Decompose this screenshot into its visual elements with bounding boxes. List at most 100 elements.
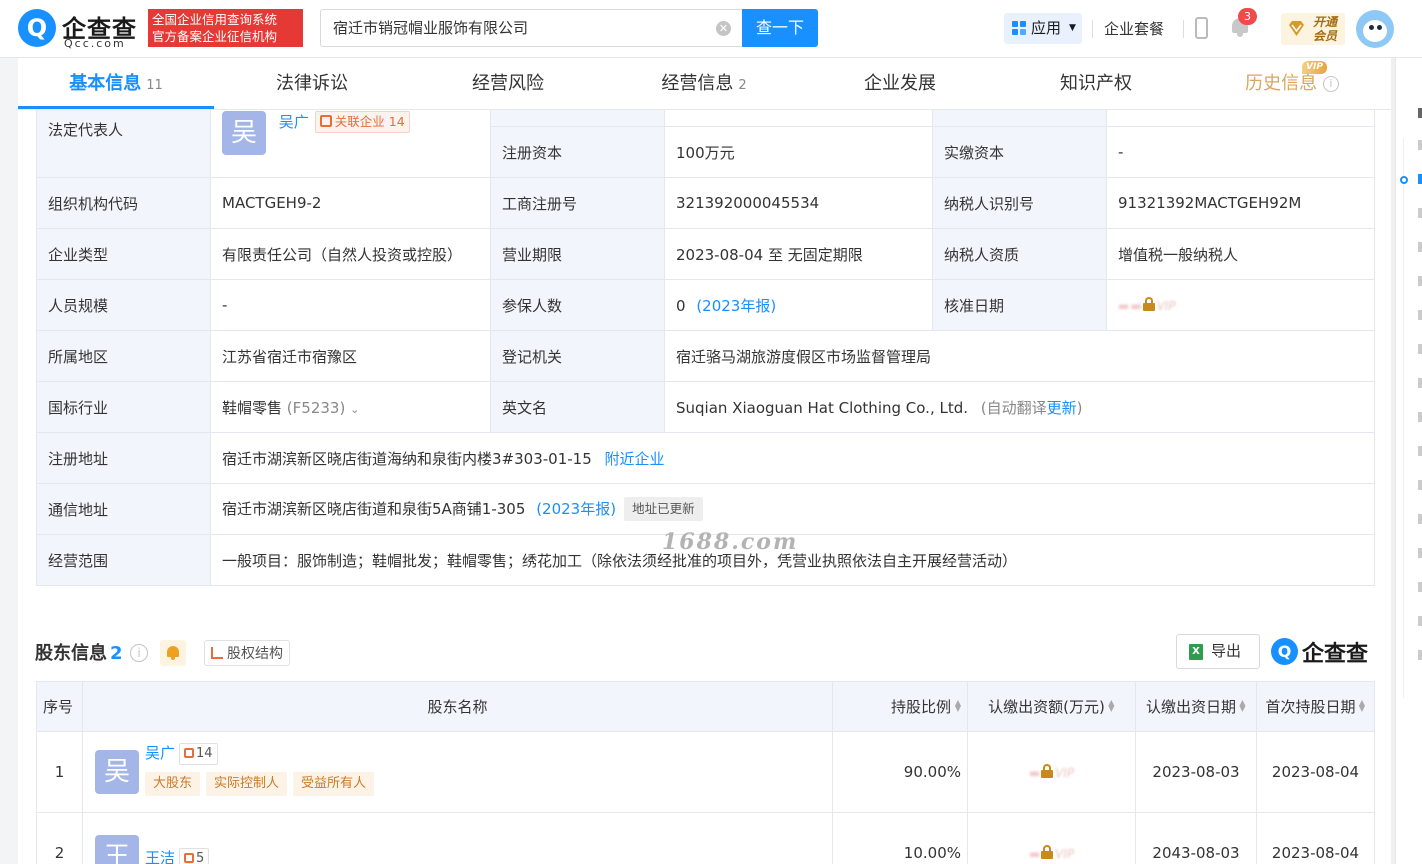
sort-icon: ▲ ▼ [1239, 698, 1246, 713]
info-icon[interactable]: i [1322, 76, 1339, 92]
equity-structure-button[interactable]: 股权结构 [204, 640, 290, 666]
insured-value: 0 [676, 296, 686, 315]
taxpayer-id-label: 纳税人识别号 [932, 177, 1107, 229]
export-button[interactable]: X 导出 [1176, 634, 1260, 669]
clear-icon[interactable]: ✕ [716, 21, 731, 36]
anchor-item[interactable] [1418, 174, 1422, 184]
shareholder-ratio: 10.00% [832, 812, 968, 864]
legal-rep-label: 法定代表人 [36, 110, 211, 178]
open-vip-button[interactable]: 开通 会员 [1281, 13, 1345, 45]
translate-update-link[interactable]: 更新 [1047, 399, 1077, 417]
insured-report-link[interactable]: (2023年报) [696, 297, 776, 315]
tab-development[interactable]: 企业发展 [802, 58, 998, 110]
company-type-value: 有限责任公司（自然人投资或控股） [210, 228, 491, 280]
related-companies-badge[interactable]: 14 [179, 743, 218, 765]
vip-tag: VIP [1302, 61, 1327, 74]
shareholders-count: 2 [110, 643, 123, 664]
amount-locked[interactable]: ▬ VIP [967, 731, 1136, 813]
side-anchor-nav [1395, 58, 1422, 864]
divider [1092, 20, 1093, 38]
term-value: 2023-08-04 至 无固定期限 [664, 228, 933, 280]
apps-menu-button[interactable]: 应用 ▼ [1004, 13, 1082, 44]
lock-icon [1142, 297, 1155, 311]
amount-locked[interactable]: ▬ VIP [967, 812, 1136, 864]
anchor-item[interactable] [1418, 412, 1422, 422]
biz-reg-value: 321392000045534 [664, 177, 933, 229]
shareholder-cell: 王 王洁 5 [82, 812, 833, 864]
anchor-item[interactable] [1418, 514, 1422, 524]
info-icon[interactable]: i [130, 644, 148, 662]
tab-legal[interactable]: 法律诉讼 [214, 58, 410, 110]
related-companies-badge[interactable]: 关联企业 14 [314, 111, 410, 133]
anchor-item[interactable] [1418, 140, 1422, 150]
shareholder-name[interactable]: 王洁 [145, 849, 175, 864]
monitor-bell-button[interactable] [160, 640, 186, 666]
role-tag: 大股东 [145, 772, 201, 796]
user-avatar[interactable] [1356, 10, 1394, 48]
badge-line-1: 全国企业信用查询系统 [152, 12, 278, 27]
approval-date-locked[interactable]: ▬▬ VIP [1106, 279, 1375, 331]
tab-risk[interactable]: 经营风险 [410, 58, 606, 110]
search-input[interactable]: 宿迁市销冠帽业服饰有限公司 [320, 9, 742, 47]
table-header-row: 序号 股东名称 持股比例 ▲ ▼ 认缴出资额(万元) ▲ ▼ 认缴出资日期 ▲ ▼ 首次持股… [36, 681, 1375, 732]
tab-ip[interactable]: 知识产权 [998, 58, 1194, 110]
chevron-down-icon[interactable]: ⌄ [350, 403, 359, 416]
shareholder-avatar[interactable]: 王 [95, 835, 139, 864]
legal-rep-name[interactable]: 吴广 [279, 113, 309, 131]
main-content: 法定代表人 吴 吴广 关联企业 14 注册资本 100万元 实缴资本 - 组织机构… [18, 110, 1391, 864]
anchor-item[interactable] [1418, 480, 1422, 490]
sort-icon: ▲ ▼ [954, 698, 961, 713]
shareholder-ratio: 90.00% [832, 731, 968, 813]
anchor-item[interactable] [1418, 582, 1422, 592]
anchor-item[interactable] [1418, 344, 1422, 354]
col-index: 序号 [36, 681, 83, 732]
anchor-item[interactable] [1418, 276, 1422, 286]
sub-date: 2043-08-03 [1135, 812, 1257, 864]
related-companies-badge[interactable]: 5 [179, 848, 210, 864]
logo-q-icon: Q [1271, 638, 1298, 665]
col-first-date[interactable]: 首次持股日期 ▲ ▼ [1256, 681, 1375, 732]
english-name-label: 英文名 [490, 381, 665, 433]
tab-history[interactable]: 历史信息 i [1194, 58, 1390, 110]
anchor-item[interactable] [1418, 108, 1422, 118]
industry-cell[interactable]: 鞋帽零售 (F5233) ⌄ [210, 381, 491, 433]
col-ratio[interactable]: 持股比例 ▲ ▼ [832, 681, 968, 732]
qcc-logo[interactable]: Q 企查查 Qcc.com [18, 9, 144, 50]
anchor-item[interactable] [1418, 208, 1422, 218]
shareholder-name[interactable]: 吴广 [145, 744, 175, 762]
shareholder-avatar[interactable]: 吴 [95, 750, 139, 794]
mobile-icon[interactable] [1195, 17, 1208, 39]
anchor-item[interactable] [1418, 650, 1422, 660]
sort-icon: ▲ ▼ [1108, 698, 1115, 713]
badge-line-2: 官方备案企业征信机构 [152, 29, 278, 44]
row-index: 1 [36, 731, 83, 813]
anchor-item[interactable] [1418, 616, 1422, 626]
reg-address-value: 宿迁市湖滨新区晓店街道海纳和泉街内楼3#303-01-15 [222, 449, 592, 468]
anchor-item[interactable] [1418, 548, 1422, 558]
legal-rep-avatar[interactable]: 吴 [222, 111, 266, 155]
mail-address-report-link[interactable]: (2023年报) [536, 500, 616, 518]
tax-qualification-value: 增值税一般纳税人 [1106, 228, 1375, 280]
biz-reg-label: 工商注册号 [490, 177, 665, 229]
role-tag: 实际控制人 [206, 772, 288, 796]
company-type-label: 企业类型 [36, 228, 211, 280]
nearby-companies-link[interactable]: 附近企业 [605, 450, 665, 468]
enterprise-package-link[interactable]: 企业套餐 [1104, 18, 1164, 39]
logo-q-icon: Q [18, 9, 56, 47]
address-updated-tag: 地址已更新 [624, 497, 703, 521]
watermark: 1688.com [662, 529, 799, 555]
anchor-item[interactable] [1418, 378, 1422, 388]
anchor-item[interactable] [1418, 446, 1422, 456]
anchor-dot[interactable] [1400, 176, 1408, 184]
col-sub-date[interactable]: 认缴出资日期 ▲ ▼ [1135, 681, 1257, 732]
tab-basic-info[interactable]: 基本信息 11 [18, 58, 214, 110]
tab-operations[interactable]: 经营信息 2 [606, 58, 802, 110]
credit-system-badge[interactable]: 全国企业信用查询系统 官方备案企业征信机构 [148, 9, 303, 47]
reg-address-cell: 宿迁市湖滨新区晓店街道海纳和泉街内楼3#303-01-15 附近企业 [210, 432, 1375, 484]
region-label: 所属地区 [36, 330, 211, 382]
col-amount[interactable]: 认缴出资额(万元) ▲ ▼ [967, 681, 1136, 732]
anchor-item[interactable] [1418, 310, 1422, 320]
relation-icon [184, 853, 195, 863]
search-button[interactable]: 查一下 [742, 9, 818, 47]
anchor-item[interactable] [1418, 242, 1422, 252]
